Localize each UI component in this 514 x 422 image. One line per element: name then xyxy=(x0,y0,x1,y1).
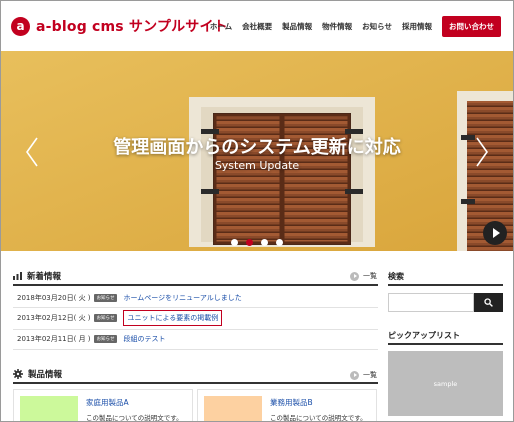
sample-label: sample xyxy=(433,379,458,388)
pickup-divider xyxy=(388,343,503,345)
product-thumbnail xyxy=(20,396,78,421)
hero-title: 管理画面からのシステム更新に対応 xyxy=(113,137,401,158)
search-input[interactable] xyxy=(388,293,474,312)
news-item: 2013年02月11日( 月 ) お知らせ 段組のテスト xyxy=(17,332,165,346)
logo-mark-icon: a xyxy=(11,16,30,36)
play-button[interactable] xyxy=(483,221,507,245)
product-thumbnail xyxy=(204,396,262,421)
contact-button[interactable]: お問い合わせ xyxy=(442,16,501,37)
news-more-label: 一覧 xyxy=(363,272,377,280)
chevron-right-icon xyxy=(350,370,359,380)
site-header: a a-blog cms サンプルサイト ホーム 会社概要 製品情報 物件情報 … xyxy=(1,1,513,51)
chevron-right-icon xyxy=(350,271,359,281)
site-logo[interactable]: a a-blog cms サンプルサイト xyxy=(11,16,228,36)
product-name[interactable]: 業務用製品B xyxy=(270,397,313,408)
slide-dot-2[interactable] xyxy=(246,239,253,246)
play-icon xyxy=(492,228,500,238)
news-title: 新着情報 xyxy=(27,272,62,282)
news-link[interactable]: 段組のテスト xyxy=(123,334,165,344)
products-heading: 製品情報 xyxy=(13,368,62,380)
nav-item-products[interactable]: 製品情報 xyxy=(282,21,312,32)
slide-dot-3[interactable] xyxy=(261,239,268,246)
news-item: 2013年02月12日( 火 ) お知らせ ユニットによる要素の掲載例 xyxy=(17,310,223,326)
search-divider xyxy=(388,284,503,286)
news-divider xyxy=(13,284,378,286)
search-title: 検索 xyxy=(388,272,404,281)
logo-mark-letter: a xyxy=(16,18,25,33)
products-more-link[interactable]: 一覧 xyxy=(350,370,377,380)
slide-indicators xyxy=(1,239,513,246)
nav-item-recruit[interactable]: 採用情報 xyxy=(402,21,432,32)
news-more-link[interactable]: 一覧 xyxy=(350,271,377,281)
row-divider xyxy=(13,307,378,308)
browser-frame: a a-blog cms サンプルサイト ホーム 会社概要 製品情報 物件情報 … xyxy=(0,0,514,422)
nav-item-properties[interactable]: 物件情報 xyxy=(322,21,352,32)
nav-item-company[interactable]: 会社概要 xyxy=(242,21,272,32)
product-description: この製品についての説明文です。 xyxy=(270,414,367,422)
search-button[interactable] xyxy=(474,293,503,312)
product-description: この製品についての説明文です。 xyxy=(86,414,183,422)
pickup-banner[interactable]: sample xyxy=(388,351,503,416)
row-divider xyxy=(13,349,378,350)
slide-dot-1[interactable] xyxy=(231,239,238,246)
product-name[interactable]: 家庭用製品A xyxy=(86,397,129,408)
category-badge[interactable]: お知らせ xyxy=(93,335,118,343)
nav-item-news[interactable]: お知らせ xyxy=(362,21,392,32)
news-date: 2013年02月12日( 火 ) xyxy=(17,314,91,322)
global-nav: ホーム 会社概要 製品情報 物件情報 お知らせ 採用情報 お問い合わせ xyxy=(200,16,501,37)
hero-slider: 管理画面からのシステム更新に対応 System Update xyxy=(1,51,513,251)
news-link[interactable]: ユニットによる要素の掲載例 xyxy=(123,310,223,326)
search-icon xyxy=(484,298,493,307)
slide-dot-4[interactable] xyxy=(276,239,283,246)
news-link[interactable]: ホームページをリニューアルしました xyxy=(123,293,241,303)
row-divider xyxy=(13,329,378,330)
news-heading: 新着情報 xyxy=(13,270,61,282)
news-date: 2013年02月11日( 月 ) xyxy=(17,335,91,343)
product-card[interactable]: 家庭用製品A この製品についての説明文です。 xyxy=(13,389,193,422)
category-badge[interactable]: お知らせ xyxy=(93,314,118,322)
products-more-label: 一覧 xyxy=(363,371,377,379)
gear-icon xyxy=(13,369,23,379)
products-title: 製品情報 xyxy=(28,370,63,380)
pickup-title: ピックアップリスト xyxy=(388,331,460,340)
product-card[interactable]: 業務用製品B この製品についての説明文です。 xyxy=(197,389,377,422)
news-icon xyxy=(13,272,22,280)
news-date: 2018年03月20日( 火 ) xyxy=(17,294,91,302)
news-item: 2018年03月20日( 火 ) お知らせ ホームページをリニューアルしました xyxy=(17,291,242,305)
hero-subtitle: System Update xyxy=(214,159,300,172)
products-divider xyxy=(13,382,378,384)
category-badge[interactable]: お知らせ xyxy=(93,294,118,302)
nav-item-home[interactable]: ホーム xyxy=(210,21,232,32)
